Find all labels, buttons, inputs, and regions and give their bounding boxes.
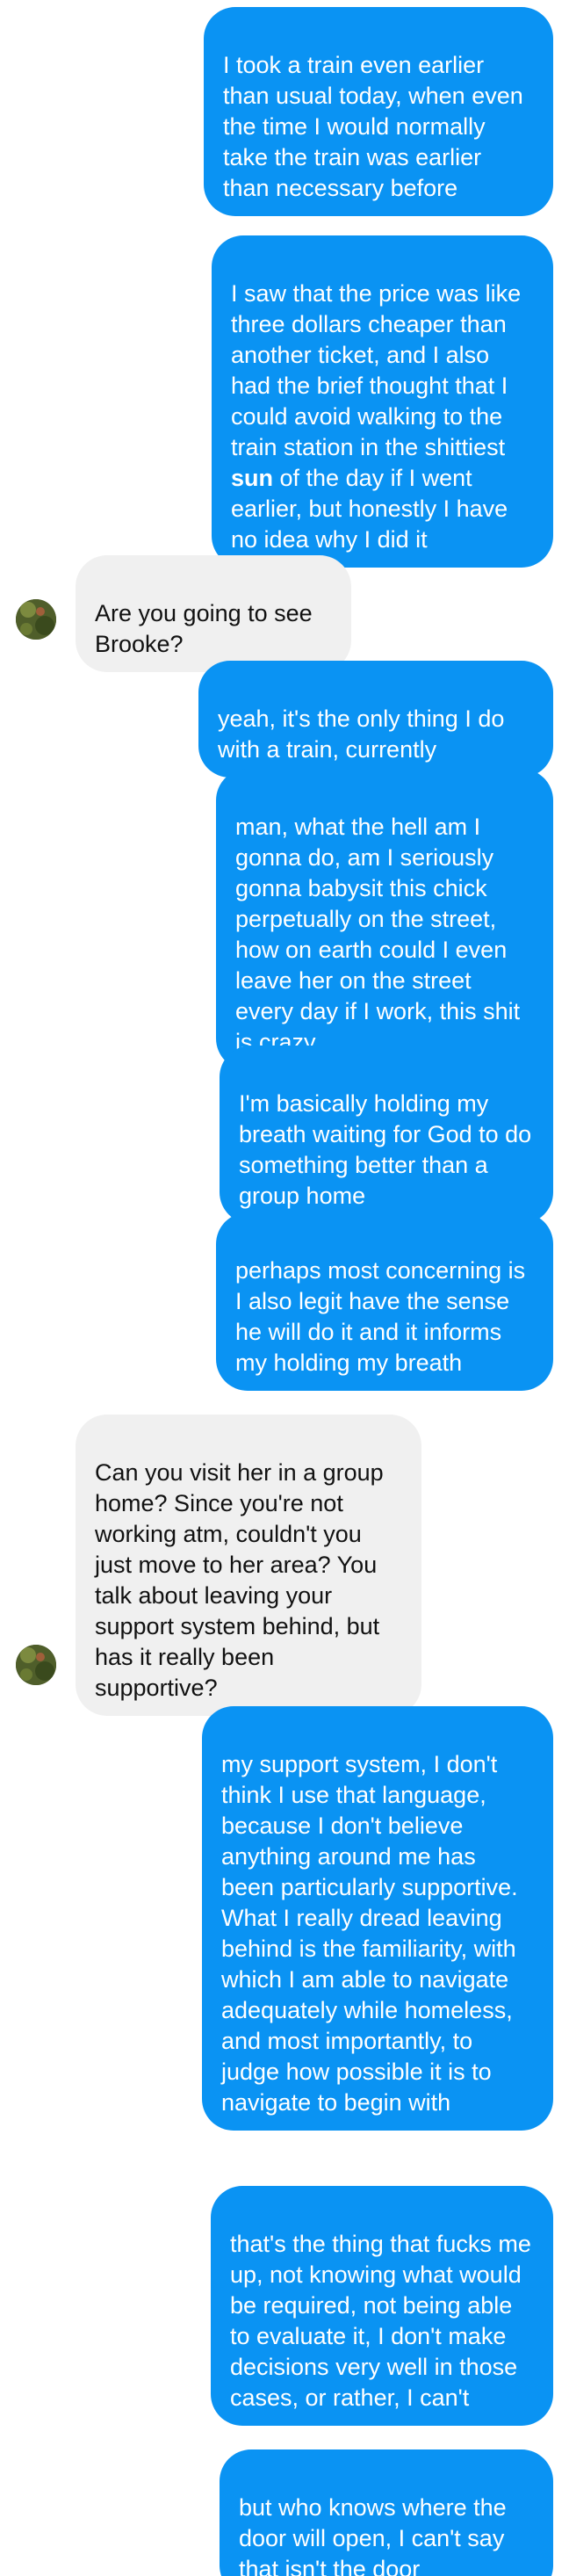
message-text: yeah, it's the only thing I do with a tr… <box>218 706 505 763</box>
message-text: Are you going to see Brooke? <box>95 600 313 657</box>
message-text: of the day if I went earlier, but honest… <box>231 465 508 553</box>
message-text: I'm basically holding my breath waiting … <box>239 1090 532 1209</box>
contact-avatar-image <box>16 599 56 640</box>
message-bubble-outgoing[interactable]: man, what the hell am I gonna do, am I s… <box>216 769 553 1070</box>
message-bubble-outgoing[interactable]: that's the thing that fucks me up, not k… <box>211 2186 553 2426</box>
message-text: I saw that the price was like three doll… <box>231 280 522 460</box>
message-bubble-outgoing[interactable]: I'm basically holding my breath waiting … <box>220 1046 553 1224</box>
contact-avatar-image <box>16 1645 56 1685</box>
message-text: man, what the hell am I gonna do, am I s… <box>235 814 521 1055</box>
contact-avatar-icon[interactable] <box>16 1645 56 1685</box>
message-bubble-outgoing[interactable]: but who knows where the door will open, … <box>220 2449 553 2576</box>
message-bubble-outgoing[interactable]: I took a train even earlier than usual t… <box>204 7 553 216</box>
message-text: I took a train even earlier than usual t… <box>223 52 523 201</box>
message-text: but who knows where the door will open, … <box>239 2494 507 2576</box>
message-text: that's the thing that fucks me up, not k… <box>230 2231 531 2411</box>
message-bubble-outgoing[interactable]: yeah, it's the only thing I do with a tr… <box>198 661 553 778</box>
message-text-bold: sun <box>231 465 274 491</box>
message-text: Can you visit her in a group home? Since… <box>95 1459 384 1701</box>
message-bubble-incoming[interactable]: Are you going to see Brooke? <box>76 555 351 672</box>
message-bubble-outgoing[interactable]: my support system, I don't think I use t… <box>202 1706 553 2131</box>
message-text: perhaps most concerning is I also legit … <box>235 1257 526 1376</box>
message-text: my support system, I don't think I use t… <box>221 1751 518 2116</box>
message-bubble-incoming[interactable]: Can you visit her in a group home? Since… <box>76 1415 421 1716</box>
contact-avatar-icon[interactable] <box>16 599 56 640</box>
message-bubble-outgoing[interactable]: perhaps most concerning is I also legit … <box>216 1212 553 1391</box>
message-bubble-outgoing[interactable]: I saw that the price was like three doll… <box>212 235 553 568</box>
